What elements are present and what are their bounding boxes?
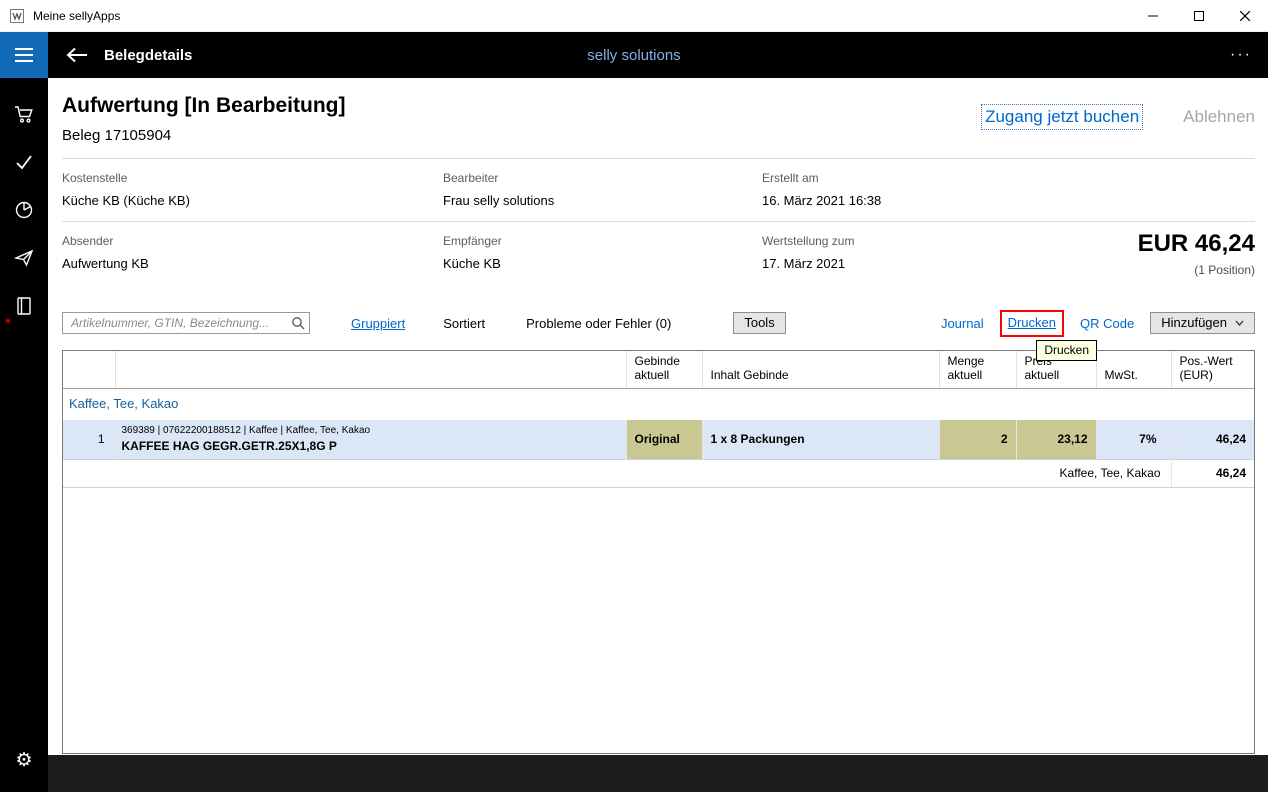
send-icon <box>13 247 35 269</box>
sidebar-item-journal[interactable]: * <box>0 282 48 330</box>
group-label: Kaffee, Tee, Kakao <box>63 389 1254 421</box>
sidebar: * ⚙ <box>0 78 48 792</box>
print-highlight-box: Drucken <box>1000 310 1064 337</box>
field-kostenstelle: Kostenstelle Küche KB (Küche KB) <box>62 171 443 208</box>
toolbar: Gruppiert Sortiert Probleme oder Fehler … <box>62 311 1255 335</box>
journal-icon <box>13 295 35 317</box>
table-row[interactable]: 1 369389 | 07622200188512 | Kaffee | Kaf… <box>63 420 1254 459</box>
document-actions: Zugang jetzt buchen Ablehnen <box>981 104 1255 130</box>
field-bearbeiter: Bearbeiter Frau selly solutions <box>443 171 762 208</box>
fields-row-2: Absender Aufwertung KB Empfänger Küche K… <box>62 222 1255 284</box>
page-title: Belegdetails <box>104 47 192 64</box>
notification-asterisk: * <box>5 315 11 332</box>
grouped-toggle[interactable]: Gruppiert <box>351 316 405 331</box>
menu-icon <box>15 48 33 50</box>
qr-code-link[interactable]: QR Code <box>1080 316 1134 331</box>
article-name: KAFFEE HAG GEGR.GETR.25X1,8G P <box>122 439 626 453</box>
chevron-down-icon <box>1235 320 1244 326</box>
col-wert: Pos.-Wert (EUR) <box>1171 351 1254 389</box>
add-button[interactable]: Hinzufügen <box>1150 312 1255 334</box>
book-now-link[interactable]: Zugang jetzt buchen <box>981 104 1143 130</box>
summary-value: 46,24 <box>1171 459 1254 487</box>
toolbar-right: Journal Drucken QR Code Hinzufügen <box>941 310 1255 337</box>
fields-row-1: Kostenstelle Küche KB (Küche KB) Bearbei… <box>62 159 1255 221</box>
search-icon <box>291 316 305 330</box>
col-gebinde: Gebinde aktuell <box>626 351 702 389</box>
problems-toggle[interactable]: Probleme oder Fehler (0) <box>526 316 671 331</box>
col-inhalt: Inhalt Gebinde <box>702 351 939 389</box>
col-description <box>115 351 626 389</box>
cell-mwst: 7% <box>1096 420 1171 459</box>
positions-table: Gebinde aktuell Inhalt Gebinde Menge akt… <box>62 350 1255 754</box>
reject-link[interactable]: Ablehnen <box>1183 107 1255 127</box>
document-total: EUR 46,24 (1 Position) <box>1138 230 1255 277</box>
title-bar[interactable]: Meine sellyApps <box>0 0 1268 32</box>
pie-chart-icon <box>13 199 35 221</box>
sorted-toggle[interactable]: Sortiert <box>443 316 485 331</box>
check-icon <box>13 151 35 173</box>
col-number <box>63 351 115 389</box>
sidebar-item-settings[interactable]: ⚙ <box>0 736 48 784</box>
total-amount: EUR 46,24 <box>1138 230 1255 258</box>
print-tooltip: Drucken <box>1036 340 1097 361</box>
summary-label: Kaffee, Tee, Kakao <box>63 459 1171 487</box>
row-description: 369389 | 07622200188512 | Kaffee | Kaffe… <box>115 420 626 459</box>
close-icon <box>1240 11 1250 21</box>
sidebar-item-statistics[interactable] <box>0 186 48 234</box>
footer-bar <box>48 755 1268 792</box>
field-absender: Absender Aufwertung KB <box>62 234 443 271</box>
col-mwst: MwSt. <box>1096 351 1171 389</box>
total-positions: (1 Position) <box>1138 263 1255 277</box>
col-menge: Menge aktuell <box>939 351 1016 389</box>
group-row[interactable]: Kaffee, Tee, Kakao <box>63 389 1254 421</box>
content: Aufwertung [In Bearbeitung] Beleg 171059… <box>48 78 1268 755</box>
app-icon <box>9 8 25 24</box>
journal-link[interactable]: Journal <box>941 316 984 331</box>
maximize-button[interactable] <box>1176 0 1222 32</box>
app-header: Belegdetails selly solutions ··· <box>0 32 1268 78</box>
cart-icon <box>13 103 35 125</box>
search-box <box>62 312 310 334</box>
tools-button[interactable]: Tools <box>733 312 785 334</box>
cell-inhalt: 1 x 8 Packungen <box>702 420 939 459</box>
sidebar-item-cart[interactable] <box>0 90 48 138</box>
sidebar-item-send[interactable] <box>0 234 48 282</box>
minimize-icon <box>1148 11 1158 21</box>
field-erstellt-am: Erstellt am 16. März 2021 16:38 <box>762 171 1255 208</box>
main-area: Aufwertung [In Bearbeitung] Beleg 171059… <box>48 78 1268 792</box>
row-number: 1 <box>63 420 115 459</box>
back-button[interactable] <box>54 32 100 78</box>
print-link[interactable]: Drucken <box>1008 315 1056 330</box>
group-summary-row: Kaffee, Tee, Kakao 46,24 <box>63 459 1254 487</box>
maximize-icon <box>1194 11 1204 21</box>
gear-icon: ⚙ <box>15 749 32 772</box>
menu-button[interactable] <box>0 32 48 78</box>
cell-menge: 2 <box>939 420 1016 459</box>
app-window: { "window": { "title": "Meine sellyApps"… <box>0 0 1268 792</box>
field-empfaenger: Empfänger Küche KB <box>443 234 762 271</box>
article-meta: 369389 | 07622200188512 | Kaffee | Kaffe… <box>122 425 626 436</box>
cell-wert: 46,24 <box>1171 420 1254 459</box>
minimize-button[interactable] <box>1130 0 1176 32</box>
close-button[interactable] <box>1222 0 1268 32</box>
window-title: Meine sellyApps <box>33 9 120 23</box>
back-arrow-icon <box>66 47 88 63</box>
cell-preis: 23,12 <box>1016 420 1096 459</box>
sidebar-item-tasks[interactable] <box>0 138 48 186</box>
search-input[interactable] <box>62 312 310 334</box>
more-options-button[interactable]: ··· <box>1230 46 1252 64</box>
cell-gebinde: Original <box>626 420 702 459</box>
